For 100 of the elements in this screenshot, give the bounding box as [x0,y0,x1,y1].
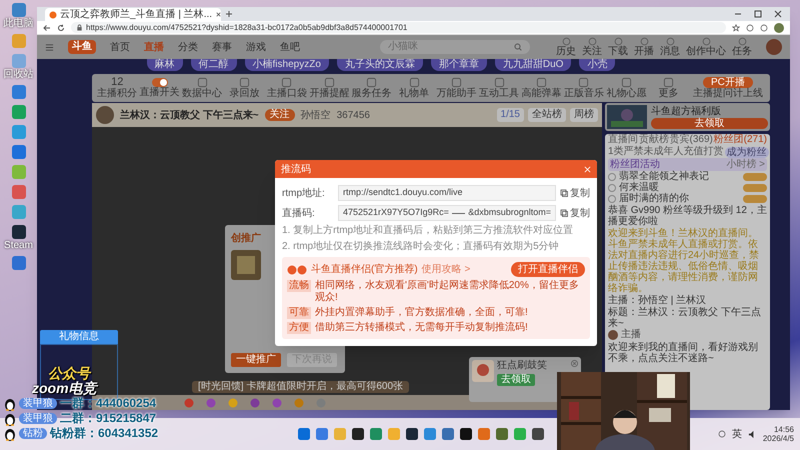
streamer-tab[interactable]: 何二醇 [190,59,237,71]
nav-action[interactable]: 开播 [634,37,654,57]
claim-button[interactable]: 去领取 [651,118,768,128]
circle-icon [738,37,746,46]
nav-action[interactable]: 下载 [608,37,628,57]
toolbar-item[interactable]: 礼物心愿 [605,76,648,100]
app-icon[interactable] [406,428,418,440]
text-field[interactable]: 4752521rX97Y5O7Ig9Rc= &dxbmsubrognltom= [338,205,556,221]
site-logo[interactable]: 斗鱼 [68,40,96,54]
dialog-title: 推流码 [281,162,311,176]
new-tab-icon[interactable] [225,10,233,18]
toolbar-item[interactable]: 更多 [647,76,690,100]
extension-icon[interactable] [746,24,754,32]
toolbar-item[interactable]: 主播口袋 [266,76,308,100]
circle-icon [588,37,596,46]
pc-live-button[interactable]: PC开播 [702,76,753,88]
copy-button[interactable]: 复制 [560,186,590,200]
nav-link[interactable]: 分类 [178,40,198,54]
anchor-name: 孙悟空 [300,108,331,122]
circle-icon [614,37,622,46]
open-app-button[interactable]: 打开直播伴侣 [511,262,585,277]
game-icon [472,360,494,382]
close-icon[interactable] [774,10,782,18]
toolbar-item[interactable]: 录回放 [223,76,266,100]
clock[interactable]: 14:56 2026/4/5 [762,425,794,443]
nav-action[interactable]: 关注 [582,37,602,57]
menu-icon[interactable] [45,42,54,52]
nav-action[interactable]: 创作中心 [686,37,726,57]
rank-button[interactable]: 周榜 [570,108,598,122]
streamer-avatar-icon[interactable] [96,106,114,124]
chat-tab[interactable]: 直播间 [608,134,638,146]
square-icon [578,76,590,88]
toolbar-item[interactable]: 礼物单 [392,76,436,100]
search-icon[interactable] [514,43,522,51]
nav-action[interactable]: 任务 [732,37,752,57]
toolbar-item[interactable]: 正版音乐 [562,76,606,100]
toolbar-item[interactable]: 互动工具 [478,76,520,100]
browser-tab[interactable]: 云顶之弈教师兰_斗鱼直播 | 兰林... [45,8,221,21]
streamer-tab[interactable]: 小壳 [579,59,616,71]
toolbar-item[interactable]: 开播提醒 [308,76,351,100]
nav-action[interactable]: 历史 [556,37,576,57]
gift-icon[interactable] [206,398,216,408]
nav-link[interactable]: 鱼吧 [280,40,300,54]
streamer-tab[interactable]: 丸子头的文辰霖 [336,59,423,71]
star-icon[interactable] [732,24,740,32]
claim-button[interactable]: 去领取 [497,374,535,386]
toolbar-item[interactable]: 服务任务 [350,76,393,100]
chat-tab[interactable]: 贡献榜 [638,134,669,146]
tray-icon[interactable] [718,430,726,438]
square-icon [451,76,462,88]
favorites-icon[interactable] [760,24,768,32]
maximize-icon[interactable] [754,10,762,18]
rank-button[interactable]: 全站榜 [528,108,566,122]
nav-link[interactable]: 首页 [110,40,130,54]
gift-icon[interactable] [250,398,260,408]
promo-title: 斗鱼直播伴侣(官方推荐) [311,262,418,277]
back-icon[interactable] [43,24,51,32]
nav-link[interactable]: 赛事 [212,40,232,54]
app-icon[interactable] [460,428,472,440]
hourly-rank-link[interactable]: 小时榜 > [726,158,765,171]
penguin-icon [4,412,16,426]
follow-button[interactable]: 关注 [264,109,295,121]
user-avatar-icon [608,330,618,340]
gift-icon[interactable] [272,398,282,408]
join-fan-button[interactable]: 成为粉丝 [724,146,769,158]
text-field[interactable]: rtmp://sendtc1.douyu.com/live [338,185,556,201]
toolbar-item[interactable]: 万能助手 [435,76,478,100]
nav-link[interactable]: 游戏 [246,40,266,54]
square-icon [324,76,335,88]
user-avatar-icon[interactable] [766,39,782,55]
toolbar-item[interactable]: 12 主播积分 [96,76,138,100]
chat-tab[interactable]: 粉丝团(271) [714,134,767,146]
toolbar-item[interactable]: 数据中心 [180,76,224,100]
reload-icon[interactable] [57,24,65,32]
streamer-tab[interactable]: 九九甜甜DuO [494,59,572,71]
app-icon[interactable] [10,224,26,240]
gift-icon[interactable] [184,398,194,408]
streamer-tab[interactable]: 那个章章 [430,59,487,71]
rank-circle-icon [608,172,616,180]
dialog-button[interactable]: 一键推广 [231,353,281,367]
address-field[interactable]: https://www.douyu.com/4752521?dyshid=1828a31-bc0172a0b5ab9dbf3a8d574400001701 [71,22,726,33]
feature-tag: 流畅 [287,280,311,292]
input-method-indicator[interactable]: 英 [732,426,742,442]
streamer-tab[interactable]: 麻林 [146,59,183,71]
group-number: 一群：444060254 [60,397,156,410]
streamer-tab[interactable]: 小楠fishepyzZo [244,59,329,71]
app-icon[interactable] [352,428,364,440]
app-icon[interactable] [532,428,544,440]
close-icon[interactable] [215,11,222,18]
toolbar-item[interactable]: 高能弹幕 [520,76,563,100]
guide-link[interactable]: 使用攻略 > [422,262,470,277]
copy-button[interactable]: 复制 [560,206,590,220]
profile-avatar-icon[interactable] [774,22,784,32]
feature-text: 外挂内置弹幕助手，官方数据准确，全面，可靠! [315,307,528,319]
toolbar-item[interactable]: 直播开关 [138,78,181,98]
gift-icon[interactable] [228,398,238,408]
chat-message: 恭喜 Gv990 粉丝等级升级到 12，主播更爱你啦 [608,205,767,227]
square-icon [620,76,632,88]
nav-action[interactable]: 消息 [660,37,680,57]
feature-tag: 可靠 [287,307,311,319]
